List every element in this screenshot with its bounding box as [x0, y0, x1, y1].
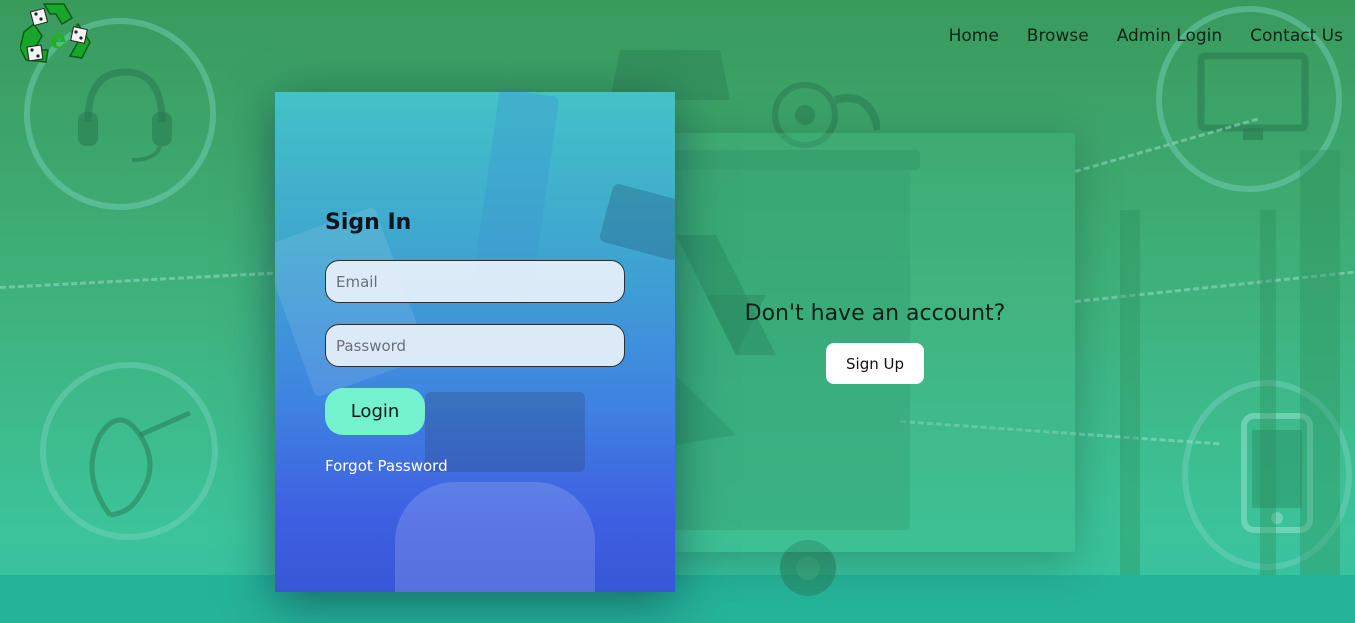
login-card: Sign In Login Forgot Password	[275, 92, 675, 592]
signup-prompt: Don't have an account?	[744, 301, 1006, 326]
login-button[interactable]: Login	[325, 388, 425, 435]
signup-button[interactable]: Sign Up	[826, 343, 924, 384]
cable-icon	[89, 410, 192, 518]
email-field[interactable]	[325, 260, 625, 303]
photo-laptop-shape	[425, 392, 585, 472]
headset-icon	[78, 68, 172, 162]
top-nav: Home Browse Admin Login Contact Us	[949, 26, 1343, 46]
page: e Home Browse Admin Login Contact Us Don…	[0, 0, 1355, 623]
photo-person-shape	[395, 482, 595, 592]
logo-letter: e	[50, 25, 67, 55]
nav-admin-login-link[interactable]: Admin Login	[1117, 26, 1222, 46]
nav-home-link[interactable]: Home	[949, 26, 999, 46]
password-field[interactable]	[325, 324, 625, 367]
deco-pole	[1120, 210, 1140, 575]
deco-pole	[1260, 210, 1276, 575]
deco-dash-line	[0, 270, 300, 289]
forgot-password-link[interactable]: Forgot Password	[325, 457, 448, 475]
signin-title: Sign In	[325, 210, 412, 235]
nav-browse-link[interactable]: Browse	[1027, 26, 1089, 46]
signup-panel: Don't have an account? Sign Up	[675, 133, 1075, 552]
photo-tablet-shape	[598, 182, 675, 262]
monitor-icon	[1197, 52, 1309, 140]
recycle-logo-icon: e	[20, 3, 91, 63]
deco-pole	[1300, 150, 1340, 575]
nav-contact-us-link[interactable]: Contact Us	[1250, 26, 1343, 46]
device-outline-icon	[610, 50, 730, 100]
background-floor	[0, 575, 1355, 623]
